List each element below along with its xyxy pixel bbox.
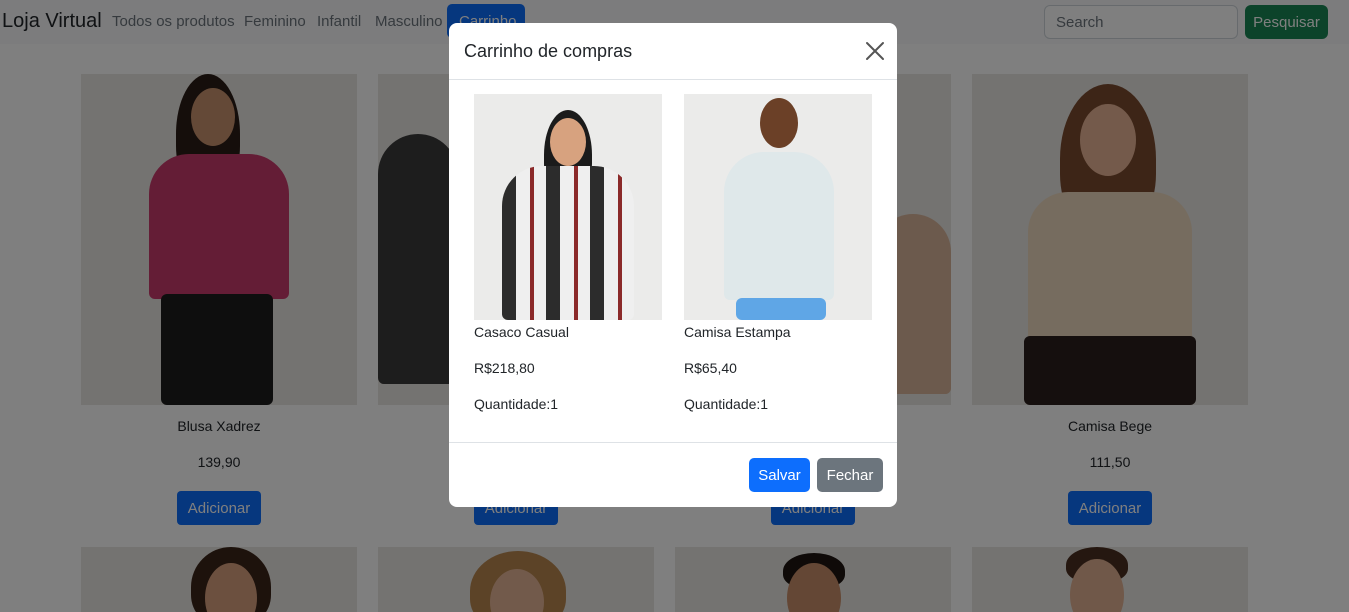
modal-title: Carrinho de compras	[464, 41, 633, 61]
cart-item-name: Camisa Estampa	[684, 324, 791, 340]
close-button[interactable]: Fechar	[817, 458, 883, 492]
cart-item-name: Casaco Casual	[474, 324, 569, 340]
cart-item-price: R$65,40	[684, 360, 737, 376]
modal-header: Carrinho de compras	[449, 23, 897, 80]
cart-item-quantity: Quantidade:1	[474, 396, 559, 412]
cart-item: Camisa Estampa R$65,40 Quantidade:1	[684, 94, 872, 416]
cart-item: Casaco Casual R$218,80 Quantidade:1	[474, 94, 662, 416]
save-button[interactable]: Salvar	[749, 458, 810, 492]
cart-item-image	[474, 94, 662, 320]
modal-footer: Salvar Fechar	[449, 442, 897, 507]
cart-item-quantity: Quantidade:1	[684, 396, 769, 412]
close-icon[interactable]	[863, 39, 887, 63]
cart-item-image	[684, 94, 872, 320]
cart-item-price: R$218,80	[474, 360, 535, 376]
cart-modal: Carrinho de compras Casaco Casual R$218,…	[449, 23, 897, 507]
